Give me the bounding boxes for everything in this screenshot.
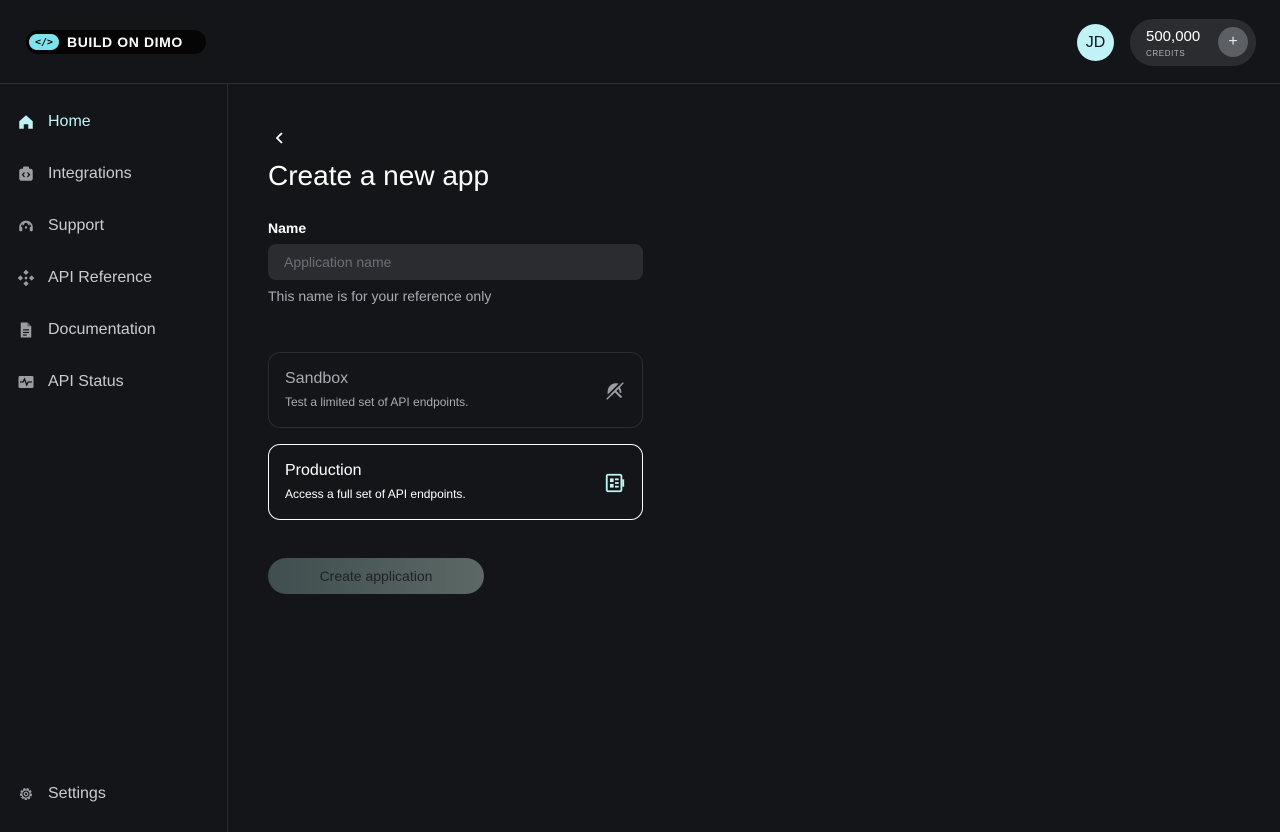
home-icon: [16, 112, 36, 132]
user-avatar[interactable]: JD: [1077, 24, 1114, 61]
sidebar-item-integrations[interactable]: Integrations: [16, 161, 132, 187]
sidebar-item-label: Settings: [48, 785, 106, 802]
sidebar-item-documentation[interactable]: Documentation: [16, 317, 156, 343]
sidebar-item-label: API Reference: [48, 269, 153, 286]
pulse-icon: [16, 372, 36, 392]
sandbox-option-card[interactable]: Sandbox Test a limited set of API endpoi…: [268, 352, 643, 428]
sandbox-description: Test a limited set of API endpoints.: [285, 395, 469, 409]
application-name-input[interactable]: [268, 244, 643, 280]
back-button[interactable]: [272, 130, 288, 146]
document-icon: [16, 320, 36, 340]
sidebar-item-label: Support: [48, 217, 105, 234]
dashboard-icon: [605, 473, 625, 493]
sidebar-item-api-reference[interactable]: API Reference: [16, 265, 152, 291]
code-icon: </>: [29, 34, 59, 50]
top-header: </> BUILD ON DIMO JD 500,000 CREDITS +: [0, 0, 1280, 84]
build-on-dimo-logo[interactable]: </> BUILD ON DIMO: [26, 30, 206, 54]
sidebar-item-api-status[interactable]: API Status: [16, 369, 124, 395]
logo-text: BUILD ON DIMO: [67, 34, 183, 50]
sidebar-item-label: Integrations: [48, 165, 132, 182]
sidebar-item-label: Documentation: [48, 321, 156, 338]
sidebar-item-label: API Status: [48, 373, 124, 390]
sidebar-item-label: Home: [48, 113, 91, 130]
sidebar-item-home[interactable]: Home: [16, 109, 91, 135]
page-title: Create a new app: [268, 160, 490, 191]
credits-value: 500,000: [1146, 28, 1201, 45]
create-application-button[interactable]: Create application: [268, 558, 484, 594]
umbrella-off-icon: [606, 382, 624, 400]
add-credits-button[interactable]: +: [1218, 27, 1248, 57]
production-description: Access a full set of API endpoints.: [285, 487, 466, 501]
chevron-left-icon: [275, 132, 283, 144]
sidebar-item-support[interactable]: Support: [16, 213, 104, 239]
sandbox-title: Sandbox: [285, 370, 349, 387]
production-option-card[interactable]: Production Access a full set of API endp…: [268, 444, 643, 520]
credits-label: CREDITS: [1146, 49, 1186, 58]
headset-icon: [16, 216, 36, 236]
integrations-icon: [16, 164, 36, 184]
sidebar: Home Integrations Support API Reference …: [0, 84, 228, 832]
api-reference-icon: [16, 268, 36, 288]
name-field-label: Name: [268, 220, 307, 236]
name-field-help: This name is for your reference only: [268, 288, 492, 304]
sidebar-item-settings[interactable]: Settings: [16, 781, 106, 807]
production-title: Production: [285, 462, 362, 479]
gear-icon: [16, 784, 36, 804]
credits-pill: 500,000 CREDITS +: [1130, 19, 1256, 66]
